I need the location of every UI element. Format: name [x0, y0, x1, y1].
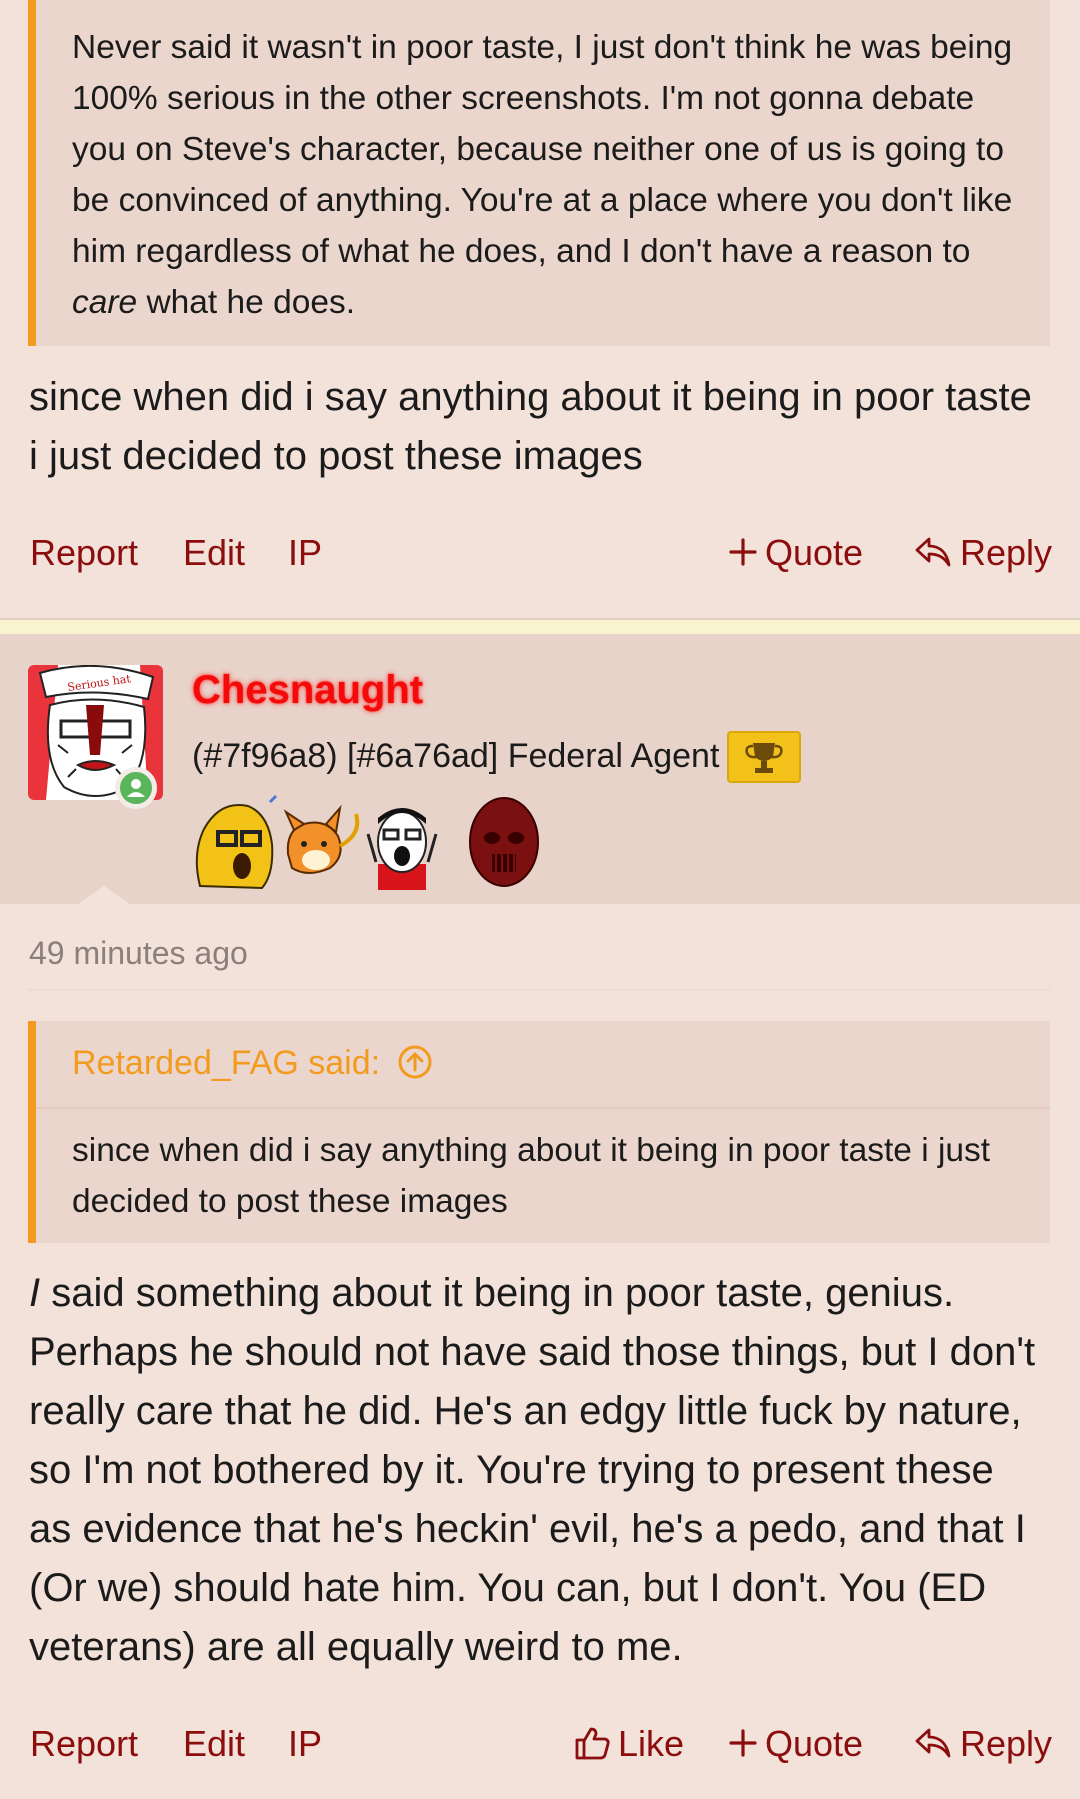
screaming-face-badge-icon: [366, 808, 438, 890]
quote-author-link[interactable]: Retarded_FAG said:: [72, 1041, 434, 1085]
thumbs-up-icon: [575, 1728, 610, 1760]
blockquote: Never said it wasn't in poor taste, I ju…: [28, 0, 1050, 346]
blockquote: Retarded_FAG said: since when did i say …: [28, 1021, 1050, 1243]
reply-icon: [915, 538, 951, 567]
dark-red-face-badge-icon: [469, 797, 539, 887]
timestamp-divider: [28, 989, 1050, 991]
emphasis-text: care: [72, 284, 138, 321]
quote-text: since when did i say anything about it b…: [72, 1132, 991, 1220]
plus-icon: [729, 538, 757, 567]
trophy-icon[interactable]: [727, 731, 801, 783]
user-banners: [190, 794, 550, 894]
quote-button[interactable]: Quote: [729, 1714, 863, 1774]
quote-label: Quote: [765, 1723, 864, 1764]
post-body: I said something about it being in poor …: [29, 1271, 1036, 1669]
like-button[interactable]: Like: [574, 1714, 684, 1774]
post-1: Never said it wasn't in poor taste, I ju…: [0, 0, 1080, 618]
reply-button[interactable]: Reply: [914, 1714, 1052, 1774]
post-actions: Report Edit IP Like Quote Reply: [0, 1714, 1080, 1774]
user-online-icon: [115, 767, 157, 809]
raichu-badge-icon: [283, 804, 360, 874]
quote-header: Retarded_FAG said:: [36, 1021, 1050, 1109]
reply-label: Reply: [960, 1723, 1053, 1764]
plus-icon: [729, 1729, 757, 1758]
post-actions: Report Edit IP Quote Reply: [0, 523, 1080, 583]
arrow-up-circle-icon: [398, 1045, 432, 1079]
username[interactable]: Chesnaught: [192, 668, 423, 713]
quote-button[interactable]: Quote: [729, 523, 863, 583]
edit-link[interactable]: Edit: [183, 523, 245, 583]
report-link[interactable]: Report: [30, 1714, 138, 1774]
emphasis-text: I: [29, 1271, 41, 1315]
report-link[interactable]: Report: [30, 523, 138, 583]
header-pointer: [78, 886, 130, 904]
soyjak-badge-icon: [195, 794, 278, 890]
ip-link[interactable]: IP: [288, 523, 322, 583]
reply-icon: [915, 1729, 951, 1758]
reply-label: Reply: [960, 532, 1053, 573]
post-body: since when did i say anything about it b…: [29, 375, 1032, 478]
reply-button[interactable]: Reply: [914, 523, 1052, 583]
quote-label: Quote: [765, 532, 864, 573]
like-label: Like: [618, 1723, 685, 1764]
user-title: (#7f96a8) [#6a76ad] Federal Agent: [192, 737, 720, 775]
ip-link[interactable]: IP: [288, 1714, 322, 1774]
post-divider: [0, 618, 1080, 634]
post-timestamp[interactable]: 49 minutes ago: [29, 935, 248, 972]
quote-text: Never said it wasn't in poor taste, I ju…: [72, 29, 1013, 321]
message-user-header: Serious hat Chesnaught (#7f96a8) [#6a76a…: [0, 634, 1080, 904]
edit-link[interactable]: Edit: [183, 1714, 245, 1774]
